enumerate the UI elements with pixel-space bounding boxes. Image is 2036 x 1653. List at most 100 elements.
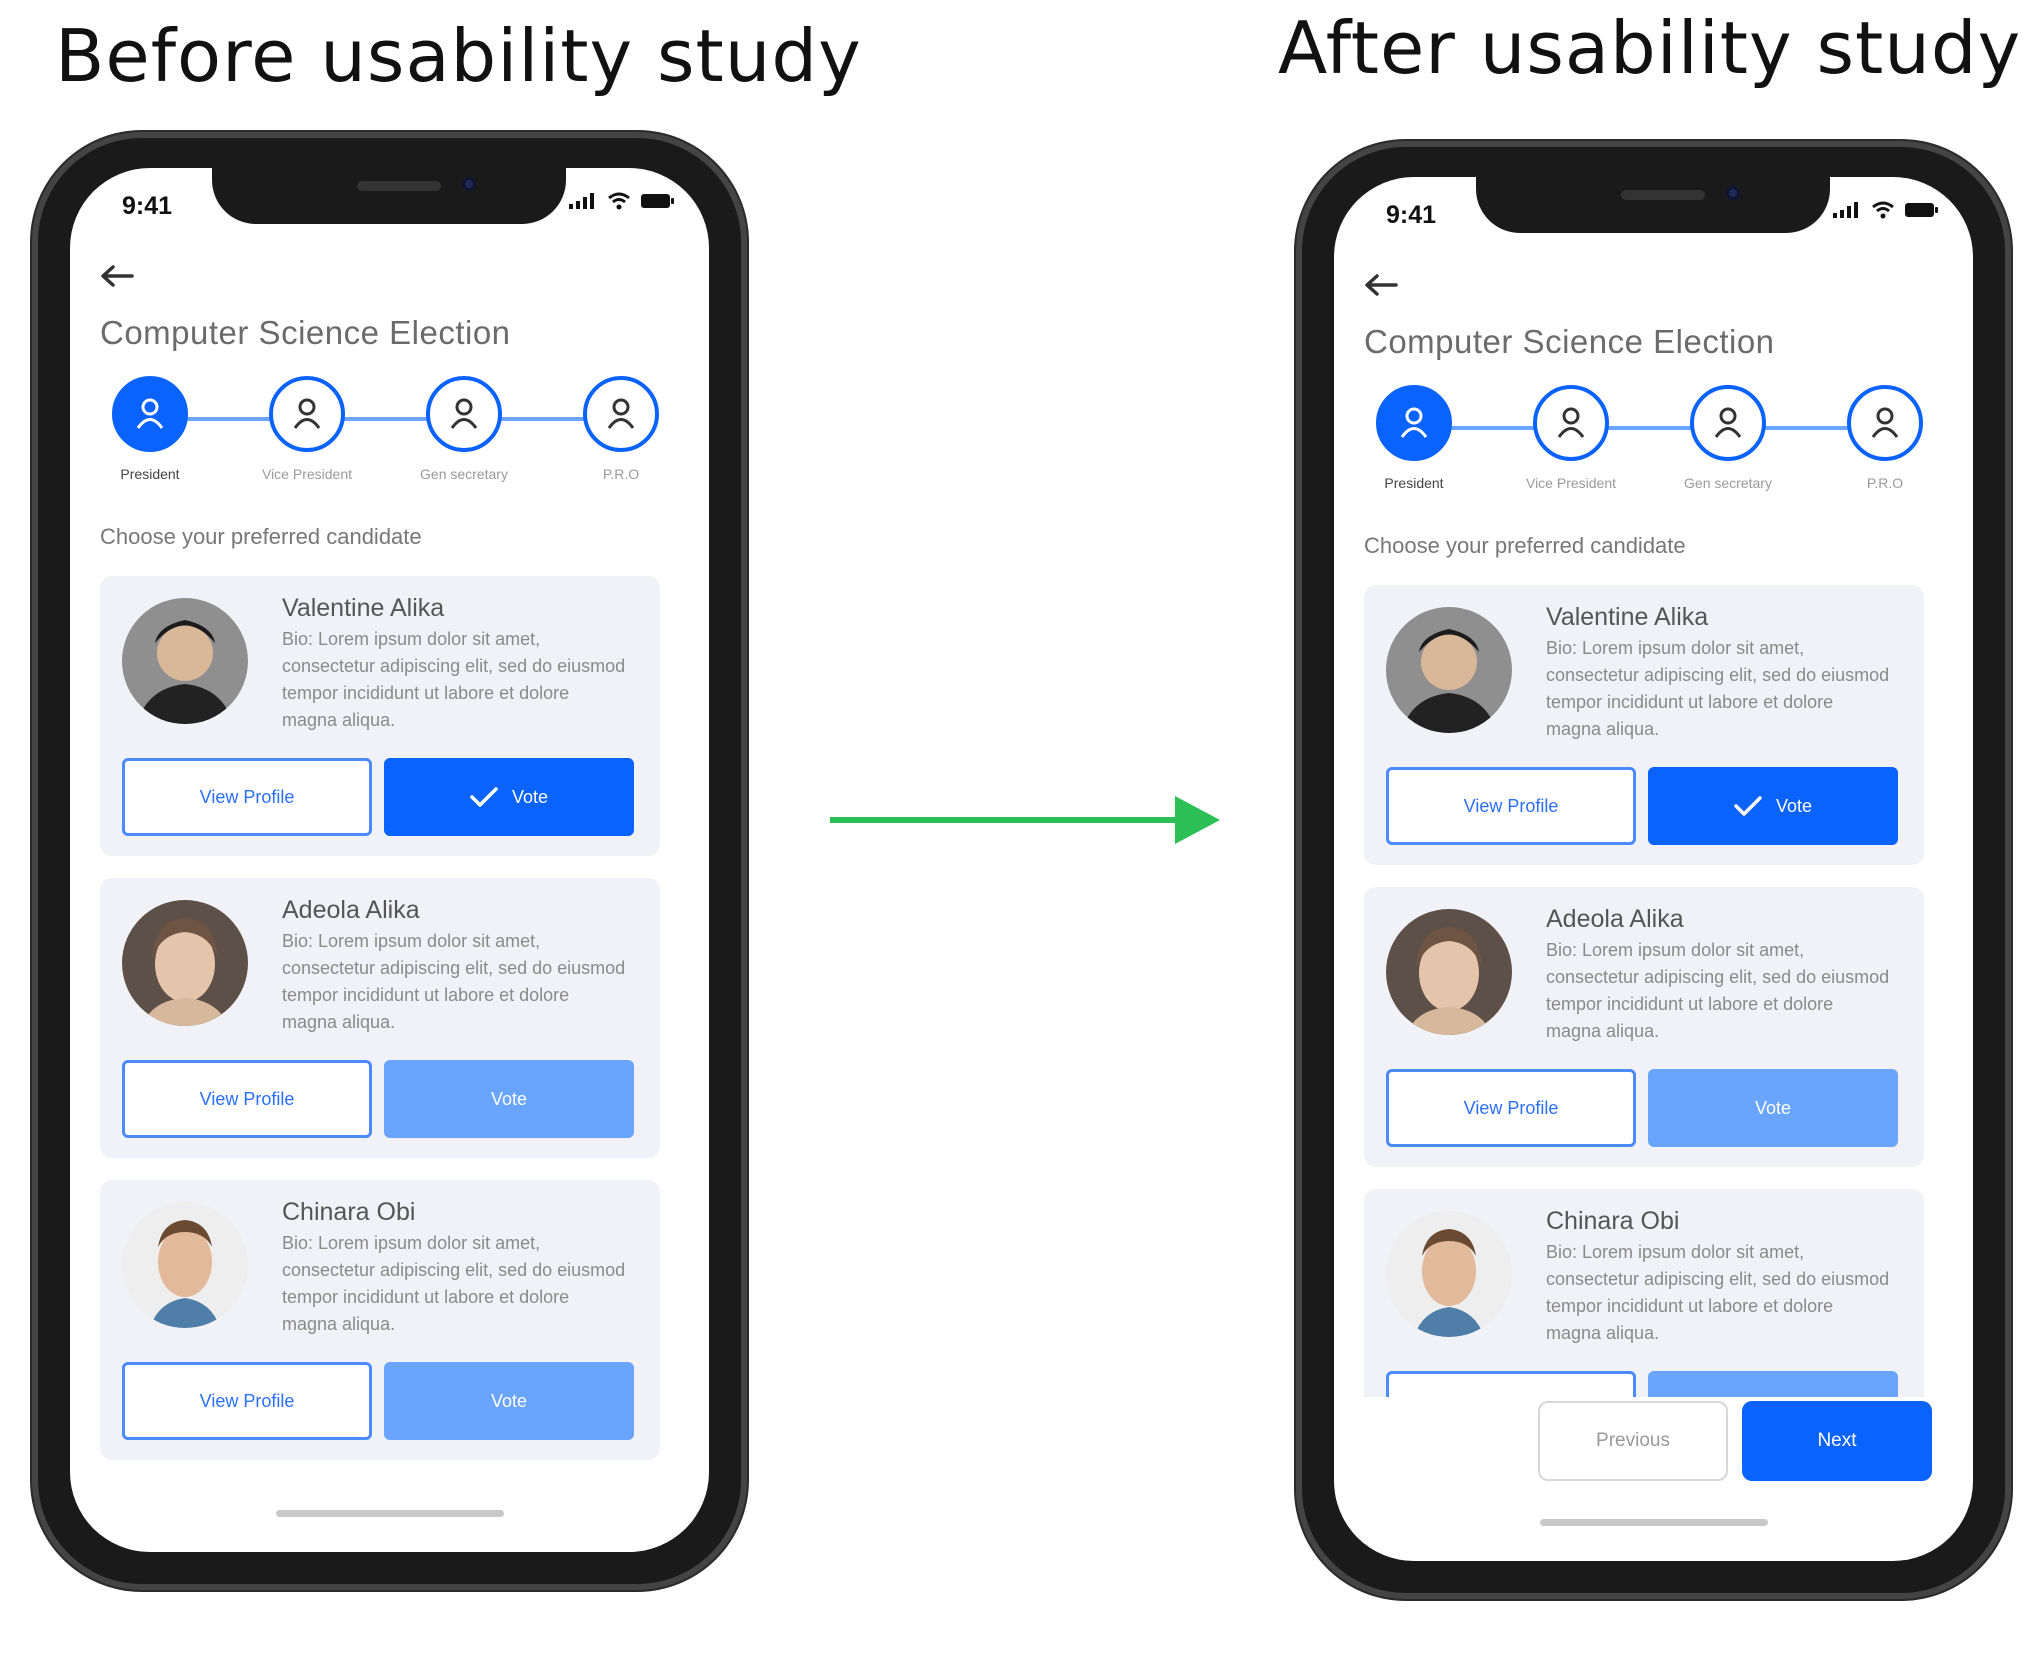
- home-indicator: [276, 1510, 504, 1517]
- button-label: Vote: [490, 1088, 528, 1109]
- candidate-name: Valentine Alika: [1546, 603, 1709, 631]
- candidate-card: Adeola Alika Bio: Lorem ipsum dolor sit …: [1364, 887, 1924, 1167]
- step-circle: [426, 376, 502, 452]
- person-icon: [1714, 407, 1742, 438]
- vote-button[interactable]: Vote: [384, 1060, 634, 1138]
- vote-button[interactable]: Vote: [1648, 1069, 1898, 1147]
- candidate-name: Adeola Alika: [1546, 905, 1684, 933]
- candidate-list: Valentine Alika Bio: Lorem ipsum dolor s…: [1364, 585, 1924, 1397]
- next-button[interactable]: Next: [1742, 1401, 1932, 1481]
- status-icons: [1833, 201, 1939, 219]
- candidate-name: Adeola Alika: [282, 896, 420, 924]
- vote-button[interactable]: Vote: [384, 758, 634, 836]
- button-label: Vote: [490, 1390, 528, 1411]
- step-label: Vice President: [261, 466, 352, 482]
- candidate-bio: Bio: Lorem ipsum dolor sit amet, consect…: [282, 629, 626, 730]
- person-icon: [1557, 407, 1585, 438]
- candidate-list: Valentine Alika Bio: Lorem ipsum dolor s…: [100, 576, 660, 1482]
- right-arrow-icon: [830, 796, 1220, 844]
- candidate-bio: Bio: Lorem ipsum dolor sit amet, consect…: [282, 931, 626, 1032]
- candidate-avatar: [1386, 1211, 1512, 1337]
- page-title: Computer Science Election: [1364, 323, 1775, 360]
- person-icon: [293, 398, 321, 429]
- phone-frame: 9:41 Computer Science Election President: [32, 132, 747, 1590]
- page-title: Computer Science Election: [100, 314, 511, 351]
- step-gen-secretary[interactable]: Gen secretary: [1668, 385, 1788, 491]
- vote-button[interactable]: Vote: [1648, 767, 1898, 845]
- view-profile-button[interactable]: View Profile: [122, 758, 372, 836]
- camera: [1726, 186, 1740, 200]
- person-icon: [1871, 407, 1899, 438]
- vote-button[interactable]: Vote: [384, 1362, 634, 1440]
- candidate-card: Chinara Obi Bio: Lorem ipsum dolor sit a…: [1364, 1189, 1924, 1397]
- choose-candidate-label: Choose your preferred candidate: [1364, 533, 1686, 558]
- view-profile-button[interactable]: View Profile: [122, 1060, 372, 1138]
- step-label: Gen secretary: [420, 466, 508, 482]
- candidate-bio: Bio: Lorem ipsum dolor sit amet, consect…: [1546, 638, 1890, 739]
- person-icon: [607, 398, 635, 429]
- view-profile-button[interactable]: View Profile: [122, 1362, 372, 1440]
- button-label: Next: [1817, 1430, 1857, 1451]
- position-stepper: President Vice President Gen secretary P…: [98, 376, 678, 491]
- candidate-name: Valentine Alika: [282, 594, 445, 622]
- step-circle: [1376, 385, 1452, 461]
- candidate-card: Chinara Obi Bio: Lorem ipsum dolor sit a…: [100, 1180, 660, 1460]
- candidate-bio: Bio: Lorem ipsum dolor sit amet, consect…: [1546, 1242, 1890, 1343]
- step-circle: [1533, 385, 1609, 461]
- camera: [462, 177, 476, 191]
- step-vice-president[interactable]: Vice President: [247, 376, 367, 482]
- choose-candidate-label: Choose your preferred candidate: [100, 524, 422, 549]
- vote-button[interactable]: Vote: [1648, 1371, 1898, 1397]
- notch: [1476, 177, 1830, 233]
- button-label: Previous: [1596, 1430, 1670, 1451]
- step-vice-president[interactable]: Vice President: [1511, 385, 1631, 491]
- step-pro[interactable]: P.R.O: [1825, 385, 1945, 491]
- step-label: P.R.O: [1866, 475, 1904, 491]
- step-label: President: [1384, 475, 1444, 491]
- speaker: [1621, 190, 1705, 200]
- checkmark-icon: [470, 787, 498, 807]
- step-label: Vice President: [1525, 475, 1616, 491]
- candidate-card: Adeola Alika Bio: Lorem ipsum dolor sit …: [100, 878, 660, 1158]
- view-profile-button[interactable]: View Profile: [1386, 767, 1636, 845]
- status-time: 9:41: [122, 192, 173, 220]
- view-profile-button[interactable]: View Profile: [1386, 1371, 1636, 1397]
- person-icon: [1400, 407, 1428, 438]
- checkmark-icon: [1734, 796, 1762, 816]
- person-icon: [136, 398, 164, 429]
- candidate-name: Chinara Obi: [282, 1198, 416, 1226]
- speaker: [357, 181, 441, 191]
- previous-button[interactable]: Previous: [1538, 1401, 1728, 1481]
- step-circle: [1690, 385, 1766, 461]
- button-label: View Profile: [199, 786, 295, 807]
- step-pro[interactable]: P.R.O: [561, 376, 681, 482]
- position-stepper: President Vice President Gen secretary P…: [1362, 385, 1942, 500]
- step-label: Gen secretary: [1684, 475, 1772, 491]
- step-label: P.R.O: [602, 466, 640, 482]
- scroll-area[interactable]: 9:41 Computer Science Election President…: [1334, 177, 1973, 1397]
- step-label: President: [120, 466, 180, 482]
- phone-frame: 9:41 Computer Science Election President…: [1296, 141, 2011, 1599]
- signal-icon: [569, 193, 594, 209]
- candidate-card: Valentine Alika Bio: Lorem ipsum dolor s…: [100, 576, 660, 856]
- candidate-avatar: [1386, 909, 1512, 1035]
- battery-icon: [1905, 203, 1938, 217]
- wifi-icon: [608, 192, 630, 210]
- step-circle: [112, 376, 188, 452]
- candidate-bio: Bio: Lorem ipsum dolor sit amet, consect…: [282, 1233, 626, 1334]
- back-arrow-icon[interactable]: [100, 264, 134, 288]
- home-indicator: [1540, 1519, 1768, 1526]
- view-profile-button[interactable]: View Profile: [1386, 1069, 1636, 1147]
- notch: [212, 168, 566, 224]
- candidate-card: Valentine Alika Bio: Lorem ipsum dolor s…: [1364, 585, 1924, 865]
- signal-icon: [1833, 202, 1858, 218]
- candidate-bio: Bio: Lorem ipsum dolor sit amet, consect…: [1546, 940, 1890, 1041]
- step-president[interactable]: President: [1354, 385, 1474, 491]
- back-arrow-icon[interactable]: [1364, 273, 1398, 297]
- step-circle: [583, 376, 659, 452]
- button-label: Vote: [1775, 795, 1813, 816]
- step-president[interactable]: President: [90, 376, 210, 482]
- button-label: View Profile: [1463, 795, 1559, 816]
- battery-icon: [641, 194, 674, 208]
- step-gen-secretary[interactable]: Gen secretary: [404, 376, 524, 482]
